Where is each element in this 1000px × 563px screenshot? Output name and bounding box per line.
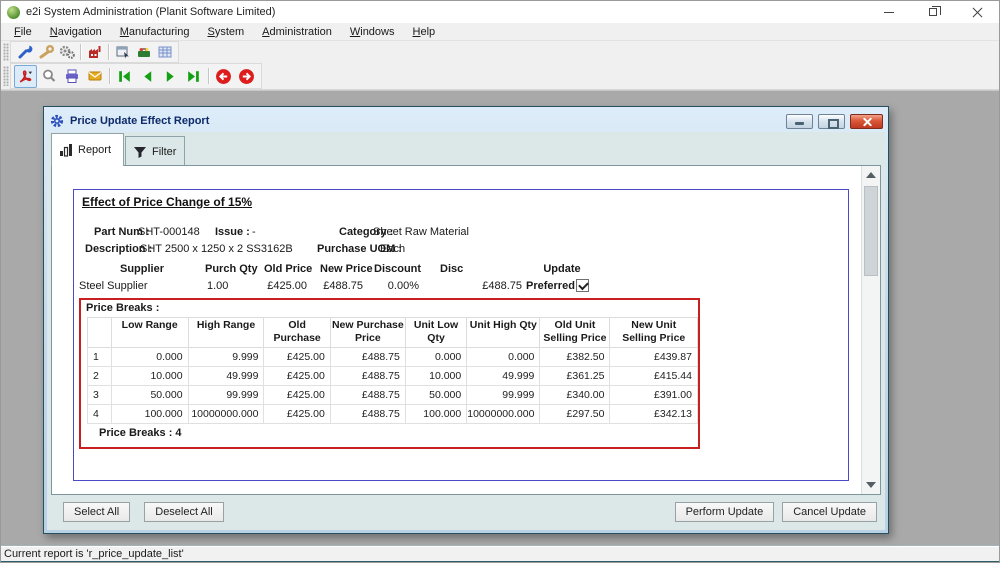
email-icon[interactable] bbox=[83, 65, 106, 88]
status-bar: Current report is 'r_price_update_list' bbox=[1, 546, 999, 561]
purchase-uom-value: Each bbox=[380, 243, 405, 255]
supplier-header: Supplier bbox=[112, 263, 172, 275]
pdf-export-icon[interactable] bbox=[14, 65, 37, 88]
price-update-effect-report-dialog: Price Update Effect Report Report Filter bbox=[43, 106, 889, 534]
menu-navigation[interactable]: Navigation bbox=[41, 24, 111, 40]
report-viewport: Effect of Price Change of 15% Part Num :… bbox=[51, 165, 881, 495]
price-breaks-label: Price Breaks : bbox=[86, 302, 159, 314]
dialog-button-bar: Select All Deselect All Perform Update C… bbox=[47, 495, 885, 530]
tab-filter-label: Filter bbox=[152, 146, 176, 158]
part-num-value: SHT-000148 bbox=[138, 226, 200, 238]
scroll-up-icon[interactable] bbox=[866, 172, 876, 178]
nav-next-icon[interactable] bbox=[159, 65, 182, 88]
preferred-label: Preferred bbox=[526, 280, 575, 292]
select-all-button[interactable]: Select All bbox=[63, 502, 130, 522]
menu-administration[interactable]: Administration bbox=[253, 24, 341, 40]
gears-icon[interactable] bbox=[56, 42, 77, 62]
toolbar-main bbox=[1, 41, 999, 63]
menu-file[interactable]: File bbox=[5, 24, 41, 40]
tab-filter[interactable]: Filter bbox=[125, 136, 185, 166]
table-row: 2 10.000 49.999 £425.00 £488.75 10.000 4… bbox=[88, 367, 698, 386]
window-controls bbox=[867, 1, 999, 23]
app-icon bbox=[7, 6, 20, 19]
price-breaks-table: Low Range High Range Old Purchase New Pu… bbox=[87, 317, 698, 424]
scrollbar-thumb[interactable] bbox=[864, 186, 878, 276]
purch-qty-value: 1.00 bbox=[207, 280, 228, 292]
menu-system[interactable]: System bbox=[198, 24, 253, 40]
app-title: e2i System Administration (Planit Softwa… bbox=[26, 6, 275, 18]
category-value: Sheet Raw Material bbox=[373, 226, 469, 238]
issue-label: Issue : bbox=[215, 226, 250, 238]
app-titlebar: e2i System Administration (Planit Softwa… bbox=[1, 1, 999, 23]
print-preview-icon[interactable] bbox=[37, 65, 60, 88]
toolbar-report bbox=[1, 63, 999, 90]
nav-forward-icon[interactable] bbox=[235, 65, 258, 88]
factory-icon[interactable] bbox=[84, 42, 105, 62]
properties-window-icon[interactable] bbox=[112, 42, 133, 62]
issue-value: - bbox=[252, 226, 256, 238]
close-icon[interactable] bbox=[955, 1, 999, 23]
update-checkbox[interactable] bbox=[576, 279, 589, 292]
nav-back-icon[interactable] bbox=[212, 65, 235, 88]
old-price-header: Old Price bbox=[264, 263, 312, 275]
disc-header: Disc bbox=[440, 263, 463, 275]
scroll-down-icon[interactable] bbox=[866, 482, 876, 488]
table-row: 1 0.000 9.999 £425.00 £488.75 0.000 0.00… bbox=[88, 348, 698, 367]
perform-update-button[interactable]: Perform Update bbox=[675, 502, 775, 522]
report-page: Effect of Price Change of 15% Part Num :… bbox=[73, 189, 849, 481]
dialog-title: Price Update Effect Report bbox=[70, 115, 209, 127]
tab-report-label: Report bbox=[78, 144, 111, 156]
update-header: Update bbox=[532, 263, 592, 275]
deselect-all-button[interactable]: Deselect All bbox=[144, 502, 223, 522]
description-value: SHT 2500 x 1250 x 2 SS3162B bbox=[140, 243, 293, 255]
cancel-update-button[interactable]: Cancel Update bbox=[782, 502, 877, 522]
price-breaks-count: Price Breaks : 4 bbox=[99, 427, 182, 439]
nav-last-icon[interactable] bbox=[182, 65, 205, 88]
nav-previous-icon[interactable] bbox=[136, 65, 159, 88]
vertical-scrollbar[interactable] bbox=[861, 166, 880, 494]
bar-chart-icon bbox=[59, 143, 73, 157]
old-price-value: £425.00 bbox=[249, 280, 307, 292]
status-text: Current report is 'r_price_update_list' bbox=[4, 548, 184, 560]
dialog-maximize-icon[interactable] bbox=[818, 114, 845, 129]
menu-windows[interactable]: Windows bbox=[341, 24, 404, 40]
mdi-client-area: Price Update Effect Report Report Filter bbox=[1, 90, 999, 546]
supplier-value: Steel Supplier bbox=[79, 280, 148, 292]
dialog-window-controls bbox=[786, 114, 883, 129]
menu-help[interactable]: Help bbox=[404, 24, 445, 40]
purch-qty-header: Purch Qty bbox=[205, 263, 258, 275]
disc-value: £488.75 bbox=[464, 280, 522, 292]
report-title: Effect of Price Change of 15% bbox=[82, 195, 252, 209]
menu-manufacturing[interactable]: Manufacturing bbox=[111, 24, 199, 40]
dialog-titlebar[interactable]: Price Update Effect Report bbox=[47, 110, 885, 132]
dialog-minimize-icon[interactable] bbox=[786, 114, 813, 129]
restore-icon[interactable] bbox=[911, 1, 955, 23]
filter-funnel-icon bbox=[133, 145, 147, 159]
app-window: e2i System Administration (Planit Softwa… bbox=[0, 0, 1000, 563]
toolbar-grip[interactable] bbox=[3, 66, 9, 87]
minimize-icon[interactable] bbox=[867, 1, 911, 23]
menu-bar: File Navigation Manufacturing System Adm… bbox=[1, 23, 999, 41]
print-icon[interactable] bbox=[60, 65, 83, 88]
table-row: 3 50.000 99.999 £425.00 £488.75 50.000 9… bbox=[88, 386, 698, 405]
table-header-row: Low Range High Range Old Purchase New Pu… bbox=[88, 318, 698, 348]
toolbox-icon[interactable] bbox=[133, 42, 154, 62]
discount-header: Discount bbox=[374, 263, 421, 275]
nav-first-icon[interactable] bbox=[113, 65, 136, 88]
wrench-icon[interactable] bbox=[14, 42, 35, 62]
tab-report[interactable]: Report bbox=[51, 133, 124, 166]
new-price-value: £488.75 bbox=[305, 280, 363, 292]
data-grid-icon[interactable] bbox=[154, 42, 175, 62]
dialog-body: Report Filter Effect of Price Change of … bbox=[47, 132, 885, 530]
gear-icon bbox=[50, 114, 64, 128]
price-breaks-section: Price Breaks : Low Range High Range Old … bbox=[79, 298, 700, 449]
new-price-header: New Price bbox=[320, 263, 373, 275]
discount-value: 0.00% bbox=[374, 280, 419, 292]
dialog-close-icon[interactable] bbox=[850, 114, 883, 129]
spanner-icon[interactable] bbox=[35, 42, 56, 62]
toolbar-grip[interactable] bbox=[3, 43, 9, 61]
table-row: 4 100.000 10000000.000 £425.00 £488.75 1… bbox=[88, 405, 698, 424]
